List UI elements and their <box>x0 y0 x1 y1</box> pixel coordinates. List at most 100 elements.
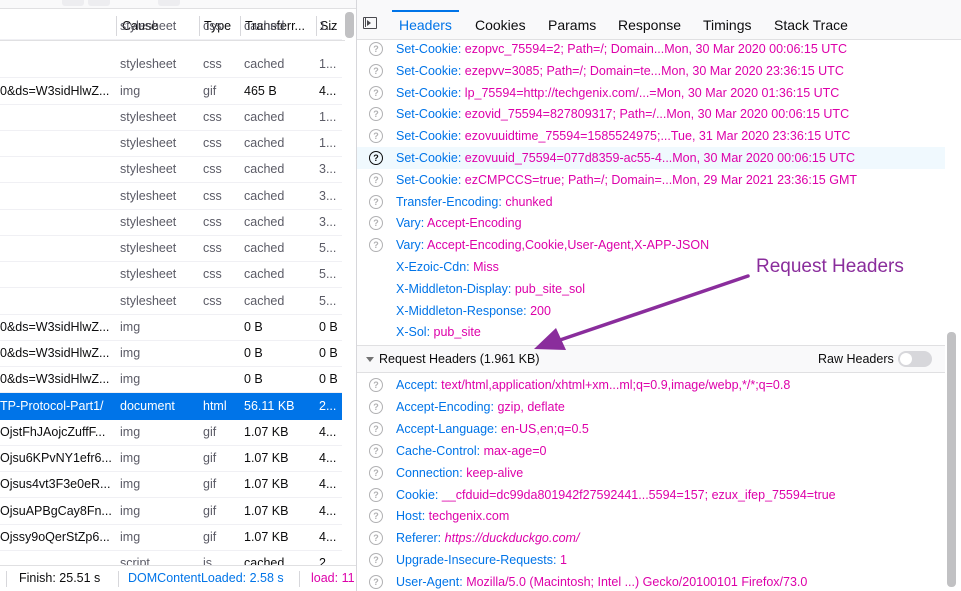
header-row[interactable]: ? User-Agent: Mozilla/5.0 (Macintosh; Int… <box>357 571 945 591</box>
toggle-panel-icon[interactable] <box>363 17 377 29</box>
request-row[interactable]: 0&ds=W3sidHlwZ... img 0 B 0 B <box>0 314 342 341</box>
request-size-cell: 1... <box>319 136 337 150</box>
tab-response[interactable]: Response <box>618 10 681 39</box>
request-row[interactable]: OjsuAPBgCay8Fn... img gif 1.07 KB 4... <box>0 498 342 525</box>
help-icon[interactable]: ? <box>369 378 383 392</box>
request-row[interactable]: stylesheet css cached 3... <box>0 156 342 184</box>
header-row[interactable]: X-Middleton-Response: 200 <box>357 300 945 322</box>
help-icon[interactable]: ? <box>369 63 383 78</box>
header-name: Accept-Language: <box>396 421 498 436</box>
request-cause-cell: stylesheet <box>120 19 177 33</box>
help-icon[interactable]: ? <box>369 238 383 253</box>
header-row[interactable]: ? Set-Cookie: lp_75594=http://techgenix.c… <box>357 82 945 104</box>
header-row[interactable]: X-Sol: pub_site <box>357 321 945 343</box>
header-name: Set-Cookie: <box>396 42 462 56</box>
header-row[interactable]: ? Accept: text/html,application/xhtml+xm.… <box>357 374 945 396</box>
request-cause-cell: stylesheet <box>120 293 177 308</box>
request-file-cell: 0&ds=W3sidHlwZ... <box>0 83 110 98</box>
header-row[interactable]: ? Upgrade-Insecure-Requests: 1 <box>357 549 945 571</box>
header-value: __cfduid=dc99da801942f27592441...5594=15… <box>441 487 836 502</box>
header-row[interactable]: ? Referer: https://duckduckgo.com/ <box>357 527 945 549</box>
request-row[interactable]: OjstFhJAojcZuffF... img gif 1.07 KB 4... <box>0 419 342 446</box>
request-size-cell: 0 B <box>319 372 338 387</box>
header-row[interactable]: ? Set-Cookie: ezCMPCCS=true; Path=/; Doma… <box>357 169 945 191</box>
help-icon[interactable]: ? <box>369 107 383 122</box>
help-icon[interactable]: ? <box>369 531 383 546</box>
header-value: ezovuuid_75594=077d8359-ac55-4...Mon, 30… <box>464 151 856 165</box>
list-scrollbar[interactable] <box>345 12 354 38</box>
request-cause-cell: img <box>120 529 141 544</box>
header-name: X-Ezoic-Cdn: <box>396 260 470 274</box>
request-row[interactable]: stylesheet css cached 1... <box>0 104 342 131</box>
header-row[interactable]: ? Transfer-Encoding: chunked <box>357 191 945 213</box>
header-row[interactable]: ? Accept-Encoding: gzip, deflate <box>357 396 945 418</box>
help-icon[interactable]: ? <box>369 151 383 165</box>
request-row[interactable]: 0&ds=W3sidHlwZ... img gif 465 B 4... <box>0 78 342 105</box>
header-row[interactable]: ? Set-Cookie: ezovid_75594=827809317; Pat… <box>357 103 945 125</box>
header-name-value: Set-Cookie: ezovuuid_75594=077d8359-ac55… <box>396 147 855 169</box>
request-row[interactable]: 0&ds=W3sidHlwZ... img 0 B 0 B <box>0 366 342 394</box>
request-transferred-cell: 1.07 KB <box>244 503 289 518</box>
header-row[interactable]: ? Host: techgenix.com <box>357 505 945 527</box>
tab-timings[interactable]: Timings <box>703 10 752 39</box>
header-row[interactable]: ? Cache-Control: max-age=0 <box>357 440 945 462</box>
tab-stack-trace[interactable]: Stack Trace <box>774 10 848 39</box>
tab-params[interactable]: Params <box>548 10 596 39</box>
help-icon[interactable]: ? <box>369 42 383 56</box>
header-row[interactable]: ? Set-Cookie: ezopvc_75594=2; Path=/; Dom… <box>357 38 945 60</box>
header-row[interactable]: ? Connection: keep-alive <box>357 462 945 484</box>
tab-cookies[interactable]: Cookies <box>475 10 526 39</box>
header-row[interactable]: X-Middleton-Display: pub_site_sol <box>357 278 945 300</box>
details-scrollbar[interactable] <box>947 332 956 587</box>
header-name: Connection: <box>396 465 463 480</box>
header-value: Miss <box>473 260 499 274</box>
request-row[interactable]: stylesheet css cached 1... <box>0 13 342 40</box>
request-row[interactable]: 0&ds=W3sidHlwZ... img 0 B 0 B <box>0 340 342 367</box>
header-row[interactable]: ? Set-Cookie: ezepvv=3085; Path=/; Domain… <box>357 60 945 82</box>
help-icon[interactable]: ? <box>369 443 383 458</box>
help-icon[interactable]: ? <box>369 129 383 144</box>
help-icon[interactable]: ? <box>369 399 383 414</box>
request-row[interactable]: stylesheet css cached 1... <box>0 51 342 79</box>
help-icon[interactable]: ? <box>369 465 383 480</box>
header-row[interactable]: ? Set-Cookie: ezovuuid_75594=077d8359-ac5… <box>357 147 945 169</box>
request-row[interactable]: stylesheet css cached 3... <box>0 183 342 210</box>
header-row[interactable]: ? Set-Cookie: ezovuuidtime_75594=15855249… <box>357 125 945 147</box>
request-row[interactable]: stylesheet css cached 5... <box>0 261 342 289</box>
request-transferred-cell: 1.07 KB <box>244 477 289 492</box>
help-icon[interactable]: ? <box>369 194 383 209</box>
header-row[interactable]: ? Vary: Accept-Encoding <box>357 212 945 234</box>
help-icon[interactable]: ? <box>369 509 383 524</box>
request-transferred-cell: cached <box>244 241 285 255</box>
request-row[interactable]: stylesheet css cached 1... <box>0 130 342 157</box>
request-row[interactable]: Ojsus4vt3F3e0eR... img gif 1.07 KB 4... <box>0 471 342 499</box>
status-separator <box>118 571 119 587</box>
details-tab-bar: Headers Cookies Params Response Timings … <box>357 10 961 40</box>
toolbar-button[interactable] <box>158 0 180 6</box>
request-headers-title: Request Headers (1.961 KB) <box>379 352 540 366</box>
toolbar-button[interactable] <box>88 0 110 6</box>
request-row[interactable]: stylesheet css cached 5... <box>0 288 342 315</box>
header-name-value: Accept: text/html,application/xhtml+xm..… <box>396 374 790 396</box>
toolbar-button[interactable] <box>62 0 84 6</box>
request-size-cell: 1... <box>319 19 337 33</box>
help-icon[interactable]: ? <box>369 85 383 100</box>
tab-headers[interactable]: Headers <box>392 10 459 39</box>
request-row[interactable]: TP-Protocol-Part1/document html 56.11 KB 2.… <box>0 392 342 420</box>
header-row[interactable]: ? Vary: Accept-Encoding,Cookie,User-Agent… <box>357 234 945 256</box>
header-row[interactable]: ? Cookie: __cfduid=dc99da801942f27592441.… <box>357 484 945 506</box>
help-icon[interactable]: ? <box>369 575 383 590</box>
request-row[interactable]: Ojsu6KPvNY1efr6... img gif 1.07 KB 4... <box>0 445 342 472</box>
help-icon[interactable]: ? <box>369 421 383 436</box>
help-icon[interactable]: ? <box>369 553 383 568</box>
help-icon[interactable]: ? <box>369 487 383 502</box>
expand-triangle-icon[interactable] <box>366 357 374 362</box>
help-icon[interactable]: ? <box>369 172 383 187</box>
request-row[interactable]: stylesheet css cached 3... <box>0 209 342 236</box>
raw-headers-toggle[interactable] <box>898 351 932 367</box>
request-headers-section-header[interactable]: Request Headers (1.961 KB) Raw Headers <box>357 345 945 373</box>
request-row[interactable]: stylesheet css cached 5... <box>0 235 342 262</box>
request-row[interactable]: Ojssy9oQerStZp6... img gif 1.07 KB 4... <box>0 524 342 551</box>
header-row[interactable]: ? Accept-Language: en-US,en;q=0.5 <box>357 418 945 440</box>
help-icon[interactable]: ? <box>369 216 383 231</box>
